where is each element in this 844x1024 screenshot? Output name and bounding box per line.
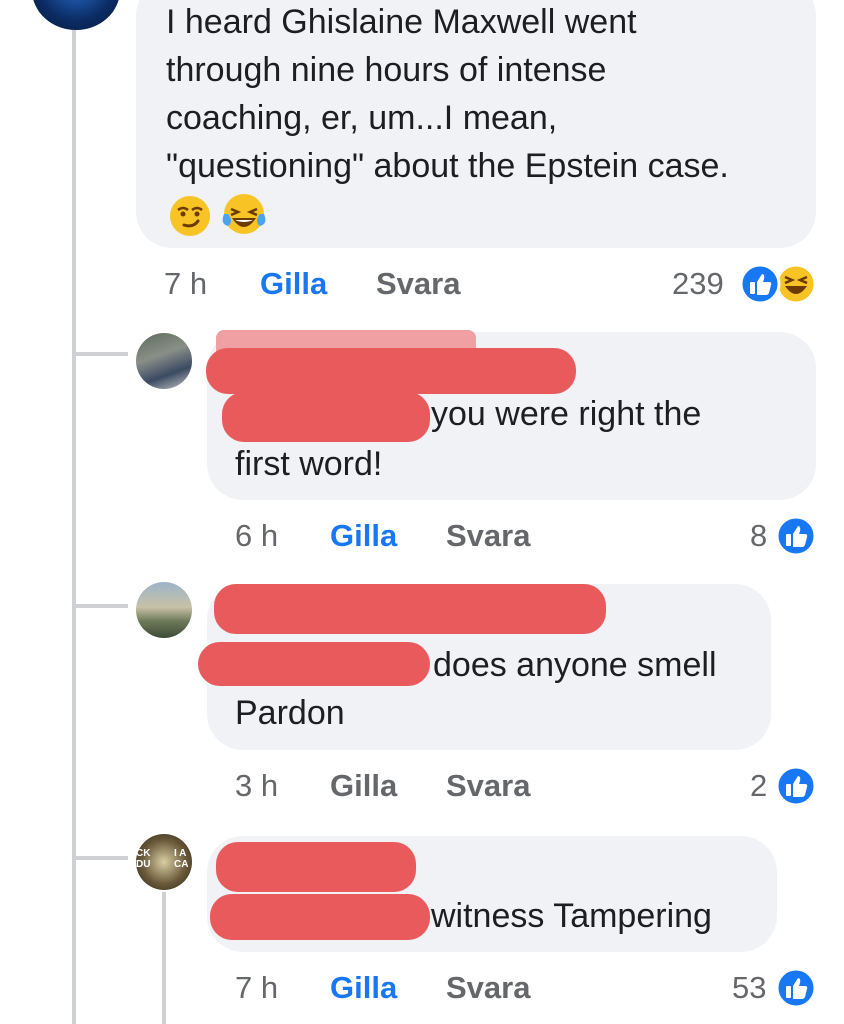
reply-button[interactable]: Svara	[446, 766, 530, 806]
avatar[interactable]	[32, 0, 120, 30]
avatar-text-left: CK DU	[136, 848, 151, 870]
avatar[interactable]	[136, 333, 192, 389]
reply-button[interactable]: Svara	[376, 264, 460, 304]
comment-line: "questioning" about the Epstein case.	[166, 147, 729, 185]
reaction-count[interactable]: 8	[750, 516, 767, 556]
comment-line: through nine hours of intense	[166, 51, 607, 89]
smirk-emoji	[170, 196, 210, 236]
comment-line: I heard Ghislaine Maxwell went	[166, 3, 637, 41]
like-icon	[775, 515, 817, 557]
timestamp[interactable]: 3 h	[235, 766, 278, 806]
redaction	[216, 842, 416, 892]
avatar[interactable]: CK DU I A CA	[136, 834, 192, 890]
redaction	[210, 894, 430, 940]
timestamp[interactable]: 6 h	[235, 516, 278, 556]
reply-actions: 3 h Gilla Svara 2	[0, 765, 844, 807]
reply-button[interactable]: Svara	[446, 968, 530, 1008]
comment-line: coaching, er, um...I mean,	[166, 99, 558, 137]
reply-text: Pardon	[235, 694, 345, 732]
like-icon	[775, 967, 817, 1009]
comment-actions: 7 h Gilla Svara 239	[0, 263, 844, 305]
like-icon	[739, 263, 781, 305]
like-button[interactable]: Gilla	[330, 516, 397, 556]
reply-text: witness Tampering	[431, 897, 712, 935]
reaction-count[interactable]: 239	[672, 264, 724, 304]
avatar-text-right: I A CA	[174, 848, 189, 870]
redaction	[214, 584, 606, 634]
like-button[interactable]: Gilla	[330, 766, 397, 806]
reply-actions: 6 h Gilla Svara 8	[0, 515, 844, 557]
like-button[interactable]: Gilla	[260, 264, 327, 304]
laughing-tears-emoji	[222, 194, 266, 234]
redaction	[222, 392, 430, 442]
reaction-count[interactable]: 53	[732, 968, 766, 1008]
timestamp[interactable]: 7 h	[235, 968, 278, 1008]
reply-actions: 7 h Gilla Svara 53	[0, 967, 844, 1009]
avatar[interactable]	[136, 582, 192, 638]
redaction	[206, 348, 576, 394]
thread-connector-1	[72, 352, 128, 356]
like-icon	[775, 765, 817, 807]
reply-text: does anyone smell	[433, 646, 717, 684]
thread-connector-3	[72, 856, 128, 860]
reply-button[interactable]: Svara	[446, 516, 530, 556]
timestamp[interactable]: 7 h	[164, 264, 207, 304]
redaction	[198, 642, 430, 686]
reaction-count[interactable]: 2	[750, 766, 767, 806]
reply-text: first word!	[235, 445, 383, 483]
like-button[interactable]: Gilla	[330, 968, 397, 1008]
thread-connector-2	[72, 604, 128, 608]
main-comment-bubble: I heard Ghislaine Maxwell went through n…	[136, 0, 816, 248]
reply-text: you were right the	[431, 395, 702, 433]
